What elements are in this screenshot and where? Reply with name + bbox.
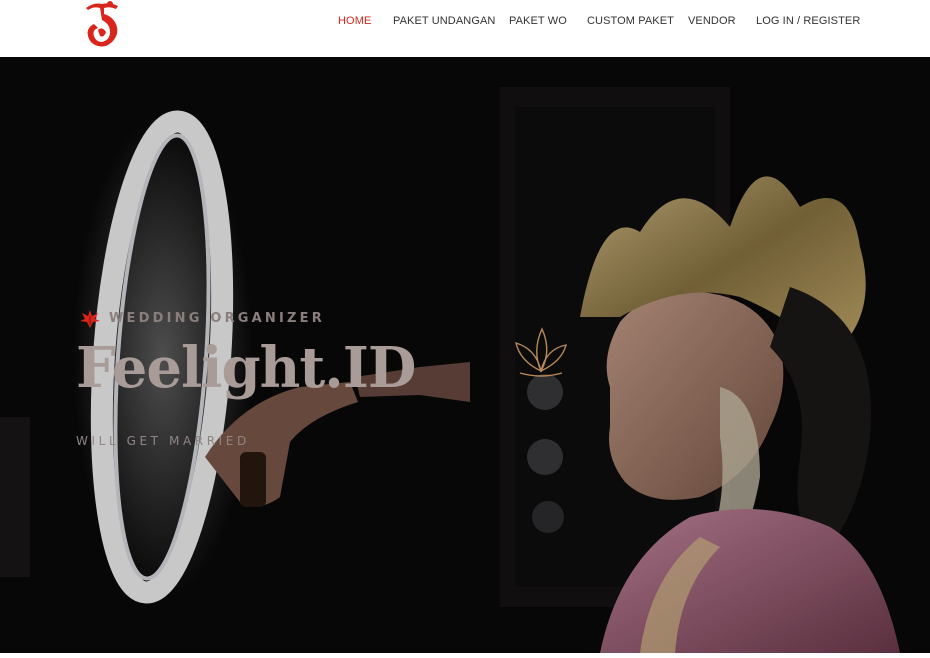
hero-title: Feelight.ID xyxy=(76,335,416,401)
main-nav: HOME PAKET UNDANGAN PAKET WO CUSTOM PAKE… xyxy=(0,15,930,31)
lotus-flower-icon xyxy=(515,327,567,377)
hero-bottom-strip xyxy=(0,653,930,658)
nav-custom-paket[interactable]: CUSTOM PAKET xyxy=(587,15,674,27)
nav-login-register[interactable]: LOG IN / REGISTER xyxy=(756,15,860,27)
red-leaf-icon xyxy=(80,310,100,328)
nav-paket-undangan[interactable]: PAKET UNDANGAN xyxy=(393,15,495,27)
navbar: HOME PAKET UNDANGAN PAKET WO CUSTOM PAKE… xyxy=(0,0,930,57)
nav-paket-wo[interactable]: PAKET WO xyxy=(509,15,567,27)
nav-vendor[interactable]: VENDOR xyxy=(688,15,736,27)
hero-subtitle: WILL GET MARRIED xyxy=(76,434,250,448)
hero-section: WEDDING ORGANIZER Feelight.ID WILL GET M… xyxy=(0,57,930,653)
nav-home[interactable]: HOME xyxy=(338,15,371,27)
hero-eyebrow-text: WEDDING ORGANIZER xyxy=(109,311,325,326)
